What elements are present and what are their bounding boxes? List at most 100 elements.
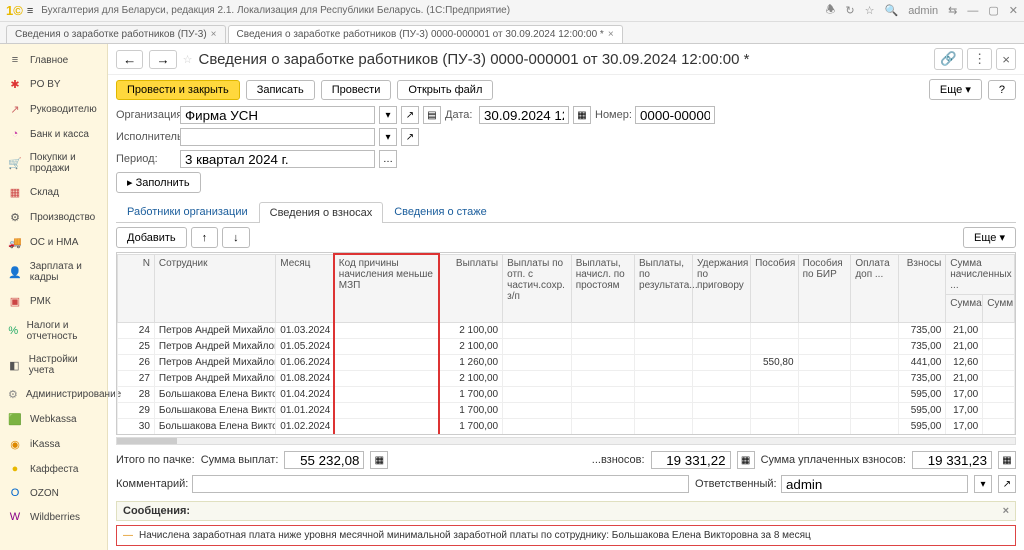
dropdown-icon[interactable]: ▾	[974, 475, 992, 493]
fill-button[interactable]: ▸ Заполнить	[116, 172, 201, 193]
col-contrib[interactable]: Взносы	[898, 254, 945, 322]
nav-back-button[interactable]: ←	[116, 50, 143, 69]
table-row[interactable]: 27 Петров Андрей Михайлович 01.08.2024 2…	[118, 370, 1015, 386]
sidebar-item[interactable]: 🛒Покупки и продажи	[0, 146, 107, 180]
sidebar-item[interactable]: ⚙Производство	[0, 205, 107, 230]
move-down-button[interactable]: ↓	[222, 227, 250, 248]
col-sum-accr[interactable]: Сумма начисленных ...	[946, 254, 1015, 294]
dropdown-icon[interactable]: ▾	[379, 128, 397, 146]
minimize-icon[interactable]: —	[967, 5, 978, 17]
help-button[interactable]: ?	[988, 80, 1016, 100]
close-icon[interactable]: ✕	[1009, 4, 1018, 17]
col-ded[interactable]: Удержания по приговору	[693, 254, 751, 322]
move-up-button[interactable]: ↑	[191, 227, 219, 248]
subtab-workers[interactable]: Работники организации	[116, 201, 259, 222]
col-pay-add[interactable]: Оплата доп ...	[851, 254, 898, 322]
col-pay[interactable]: Выплаты	[439, 254, 502, 322]
col-employee[interactable]: Сотрудник	[154, 254, 275, 322]
sidebar-item[interactable]: ●Каффеста	[0, 457, 107, 481]
sidebar-item[interactable]: ◉iKassa	[0, 432, 107, 457]
period-select-icon[interactable]: …	[379, 150, 397, 168]
comment-field[interactable]	[192, 475, 689, 493]
col-pay-res[interactable]: Выплаты, по результата...	[635, 254, 693, 322]
org-field[interactable]	[180, 106, 375, 124]
close-icon[interactable]: ×	[211, 29, 217, 40]
table-row[interactable]: 30 Большакова Елена Викторовна 01.02.202…	[118, 418, 1015, 434]
user-label[interactable]: admin	[908, 5, 938, 17]
nav-fwd-button[interactable]: →	[149, 50, 176, 69]
sidebar-item[interactable]: ✱PO BY	[0, 72, 107, 97]
list-icon[interactable]: ▤	[423, 106, 441, 124]
table-row[interactable]: 29 Большакова Елена Викторовна 01.01.202…	[118, 402, 1015, 418]
sidebar-item[interactable]: WWildberries	[0, 505, 107, 529]
close-icon[interactable]: ×	[608, 29, 614, 40]
calc-icon[interactable]: ▦	[737, 451, 755, 469]
sidebar-item[interactable]: ⚙Администрирование	[0, 382, 107, 407]
open-icon[interactable]: ↗	[401, 128, 419, 146]
open-icon[interactable]: ↗	[401, 106, 419, 124]
write-button[interactable]: Записать	[246, 80, 315, 100]
col-benef[interactable]: Пособия	[751, 254, 798, 322]
calc-icon[interactable]: ▦	[370, 451, 388, 469]
number-field[interactable]	[635, 106, 715, 124]
post-and-close-button[interactable]: Провести и закрыть	[116, 80, 240, 100]
calc-icon[interactable]: ▦	[998, 451, 1016, 469]
subtab-contributions[interactable]: Сведения о взносах	[259, 202, 384, 223]
col-month[interactable]: Месяц	[276, 254, 334, 322]
table-row[interactable]: 24 Петров Андрей Михайлович 01.03.2024 2…	[118, 322, 1015, 338]
period-field[interactable]	[180, 150, 375, 168]
more-icon[interactable]: ⋮	[967, 48, 992, 70]
tab-document[interactable]: Сведения о заработке работников (ПУ-3) 0…	[228, 25, 623, 43]
dropdown-icon[interactable]: ▾	[379, 106, 397, 124]
sum-paid-field[interactable]	[912, 451, 992, 469]
resp-field[interactable]	[781, 475, 968, 493]
sidebar-item[interactable]: OOZON	[0, 481, 107, 505]
sidebar-item[interactable]: ◔Банк и касса	[0, 122, 107, 146]
open-file-button[interactable]: Открыть файл	[397, 80, 493, 100]
star-icon[interactable]: ☆	[865, 4, 875, 17]
sidebar-item[interactable]: ▦Склад	[0, 180, 107, 205]
settings-icon[interactable]: ⇆	[948, 4, 957, 17]
col-sum[interactable]: Сумма	[946, 294, 983, 322]
close-icon[interactable]: ×	[996, 48, 1016, 70]
sidebar-item[interactable]: 🟩Webkassa	[0, 407, 107, 432]
horizontal-scrollbar[interactable]	[116, 437, 1016, 445]
more-button[interactable]: Еще ▾	[929, 79, 982, 100]
calendar-icon[interactable]: ▦	[573, 106, 591, 124]
sum-pay-field[interactable]	[284, 451, 364, 469]
add-row-button[interactable]: Добавить	[116, 227, 187, 248]
col-pay-part[interactable]: Выплаты по отп. с частич.сохр. з/п	[503, 254, 572, 322]
col-pay-idle[interactable]: Выплаты, начисл. по простоям	[571, 254, 634, 322]
search-icon[interactable]: 🔍	[884, 4, 898, 17]
table-row[interactable]: 26 Петров Андрей Михайлович 01.06.2024 1…	[118, 354, 1015, 370]
table-row[interactable]: 28 Большакова Елена Викторовна 01.04.202…	[118, 386, 1015, 402]
sidebar-item[interactable]: 👤Зарплата и кадры	[0, 255, 107, 289]
col-sumx[interactable]: Сумм	[983, 294, 1015, 322]
tab-list[interactable]: Сведения о заработке работников (ПУ-3)×	[6, 25, 226, 43]
col-reason[interactable]: Код причины начисления меньше МЗП	[334, 254, 440, 322]
sidebar-item[interactable]: ▣РМК	[0, 289, 107, 314]
menu-icon[interactable]: ≡	[27, 5, 33, 17]
sidebar-item[interactable]: 🚚ОС и НМА	[0, 230, 107, 255]
col-n[interactable]: N	[118, 254, 155, 322]
star-icon[interactable]: ☆	[183, 53, 193, 66]
history-icon[interactable]: ↻	[845, 4, 854, 17]
col-benef-bir[interactable]: Пособия по БИР	[798, 254, 851, 322]
sum-accr-field[interactable]	[651, 451, 731, 469]
open-icon[interactable]: ↗	[998, 475, 1016, 493]
link-icon[interactable]: 🔗	[934, 48, 963, 70]
subtab-experience[interactable]: Сведения о стаже	[383, 201, 498, 222]
post-button[interactable]: Провести	[321, 80, 392, 100]
maximize-icon[interactable]: ▢	[988, 4, 998, 17]
table-row[interactable]: 25 Петров Андрей Михайлович 01.05.2024 2…	[118, 338, 1015, 354]
more-button[interactable]: Еще ▾	[963, 227, 1016, 248]
exec-field[interactable]	[180, 128, 375, 146]
bell-icon[interactable]: 🕭	[826, 1, 836, 20]
date-field[interactable]	[479, 106, 569, 124]
close-icon[interactable]: ×	[1003, 505, 1009, 517]
sidebar-item[interactable]: ↗Руководителю	[0, 97, 107, 122]
warning-message[interactable]: —Начислена заработная плата ниже уровня …	[116, 525, 1016, 546]
sidebar-item[interactable]: ◧Настройки учета	[0, 348, 107, 382]
sidebar-item[interactable]: ≡Главное	[0, 48, 107, 72]
sidebar-item[interactable]: %Налоги и отчетность	[0, 314, 107, 348]
